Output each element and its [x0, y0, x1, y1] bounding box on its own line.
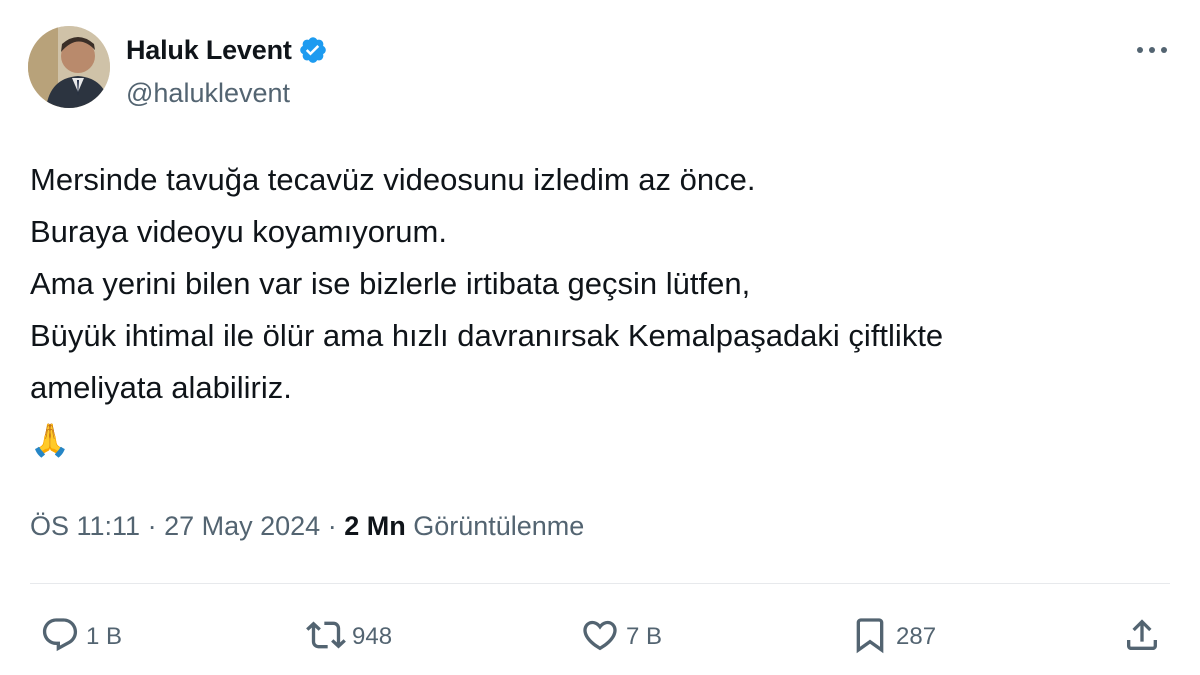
tweet-card: Haluk Levent @haluklevent Mersinde tavuğ…	[0, 0, 1200, 675]
share-icon	[1122, 615, 1162, 660]
verified-badge-icon	[298, 35, 328, 65]
retweet-count: 948	[352, 623, 393, 650]
tweet-text-line: Buraya videoyu koyamıyorum.	[30, 214, 447, 249]
reply-count: 1 B	[86, 623, 123, 650]
tweet-text-line: ameliyata alabiliriz.	[30, 370, 292, 405]
reply-button[interactable]: 1 B	[40, 610, 122, 664]
avatar[interactable]	[28, 26, 110, 108]
tweet-text-line: Büyük ihtimal ile ölür ama hızlı davranı…	[30, 318, 944, 353]
divider	[30, 583, 1170, 584]
action-bar: 1 B 948 7 B 287	[0, 610, 1200, 664]
tweet-text-line: Ama yerini bilen var ise bizlerle irtiba…	[30, 266, 751, 301]
like-button[interactable]: 7 B	[580, 610, 662, 664]
praying-hands-emoji: 🙏	[30, 422, 70, 458]
tweet-text-line: Mersinde tavuğa tecavüz videosunu izledi…	[30, 162, 756, 197]
retweet-icon	[306, 615, 346, 660]
more-options-icon[interactable]	[1134, 38, 1170, 62]
heart-icon	[580, 615, 620, 660]
tweet-text: Mersinde tavuğa tecavüz videosunu izledi…	[30, 154, 1150, 414]
avatar-image	[28, 26, 110, 108]
author-handle[interactable]: @haluklevent	[126, 78, 290, 109]
tweet-time[interactable]: ÖS 11:11	[30, 511, 140, 541]
author-display-name[interactable]: Haluk Levent	[126, 35, 292, 66]
author-name-row: Haluk Levent	[126, 32, 328, 68]
bookmark-count: 287	[896, 623, 937, 650]
bookmark-icon	[850, 615, 890, 660]
tweet-meta: ÖS 11:11 · 27 May 2024 · 2 Mn Görüntülen…	[30, 506, 584, 546]
views-label: Görüntülenme	[413, 511, 585, 541]
views-count: 2 Mn	[344, 511, 406, 541]
meta-separator: ·	[140, 511, 165, 541]
share-button[interactable]	[1122, 610, 1162, 664]
bookmark-button[interactable]: 287	[850, 610, 936, 664]
retweet-button[interactable]: 948	[306, 610, 392, 664]
meta-separator: ·	[320, 511, 345, 541]
tweet-date[interactable]: 27 May 2024	[164, 511, 320, 541]
like-count: 7 B	[626, 623, 663, 650]
reply-icon	[40, 615, 80, 660]
